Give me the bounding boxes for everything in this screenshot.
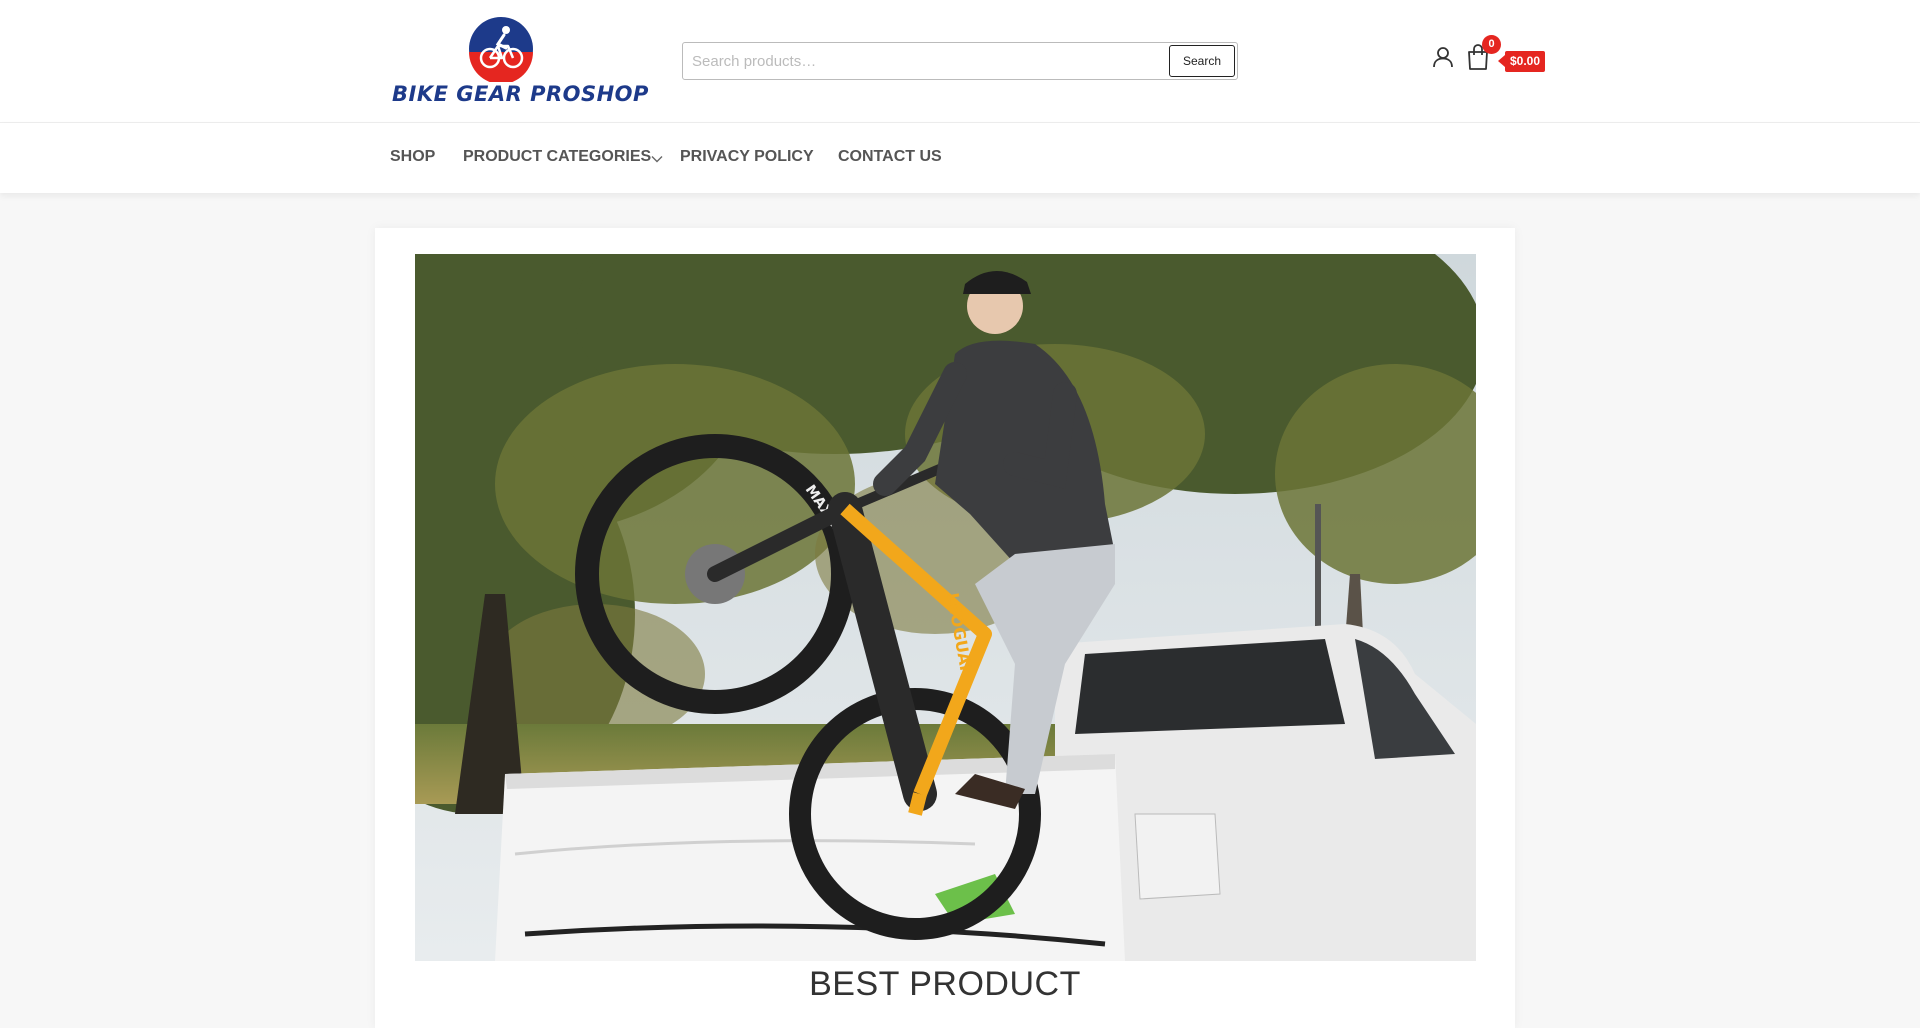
site-logo[interactable]: BIKE GEAR PROSHOP — [390, 16, 649, 108]
site-header: BIKE GEAR PROSHOP Search 0 $0.00 — [0, 0, 1920, 123]
product-search: Search — [682, 42, 1238, 80]
search-input[interactable] — [684, 44, 1169, 78]
cart-count-badge[interactable]: 0 — [1482, 35, 1501, 54]
section-title: BEST PRODUCT — [809, 965, 1081, 1003]
nav-item-shop[interactable]: SHOP — [390, 148, 435, 166]
cyclist-logo-icon — [469, 17, 533, 82]
nav-item-privacy-policy[interactable]: PRIVACY POLICY — [680, 148, 814, 166]
hero-image[interactable]: MAXXIS LEOGUAR — [415, 254, 1476, 961]
site-logo-text: BIKE GEAR PROSHOP — [392, 82, 649, 106]
cart-total-badge[interactable]: $0.00 — [1498, 51, 1545, 72]
ebike-rider-photo: MAXXIS LEOGUAR — [415, 254, 1476, 961]
nav-item-contact-us[interactable]: CONTACT US — [838, 148, 942, 166]
chevron-down-icon[interactable] — [651, 153, 663, 165]
user-icon[interactable] — [1432, 46, 1454, 68]
featured-product-card: MAXXIS LEOGUAR BEST PRODUCT — [375, 228, 1515, 1028]
nav-item-product-categories[interactable]: PRODUCT CATEGORIES — [463, 148, 651, 166]
search-button[interactable]: Search — [1169, 45, 1235, 77]
main-navigation: SHOP PRODUCT CATEGORIES PRIVACY POLICY C… — [0, 123, 1920, 193]
